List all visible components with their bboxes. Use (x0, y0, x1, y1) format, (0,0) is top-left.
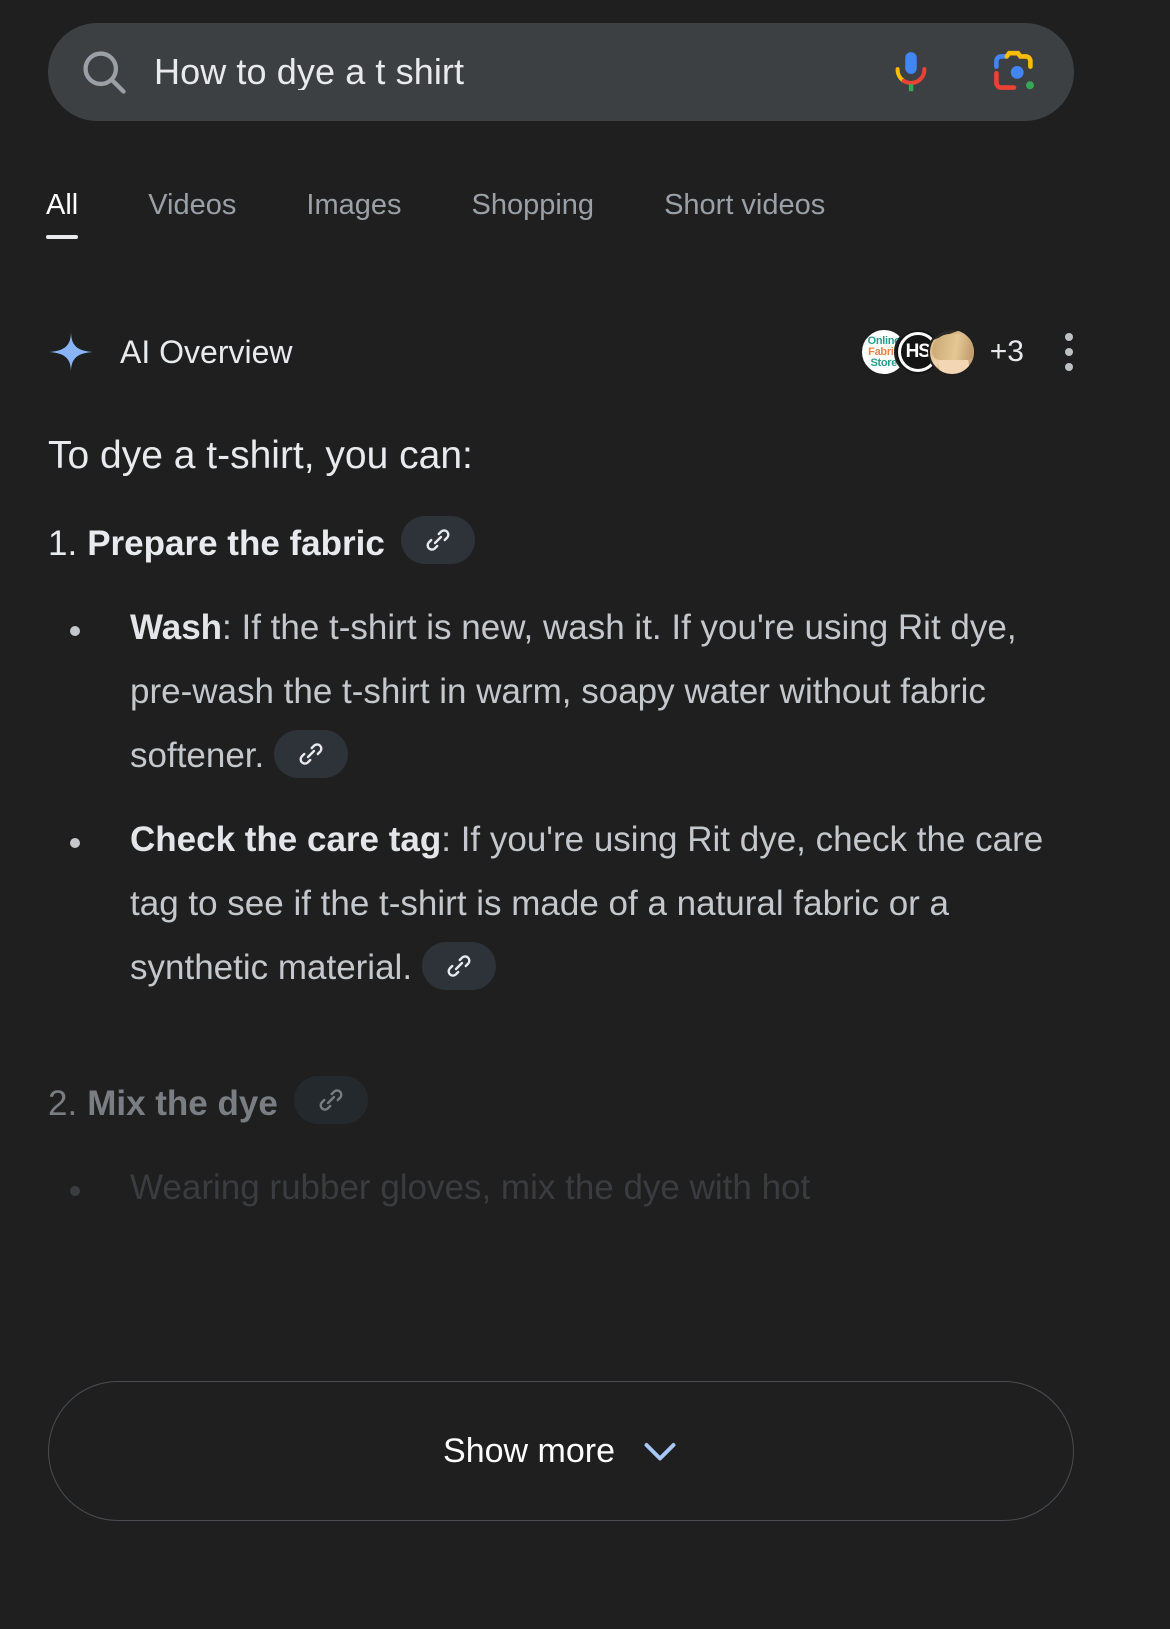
tab-videos[interactable]: Videos (148, 183, 236, 239)
show-more-button[interactable]: Show more (48, 1381, 1074, 1521)
menu-dot (1065, 363, 1073, 371)
search-bar[interactable]: How to dye a t shirt (48, 23, 1074, 121)
tab-shopping[interactable]: Shopping (472, 183, 595, 239)
tab-all[interactable]: All (46, 183, 79, 239)
step-2-title: Mix the dye (87, 1084, 278, 1123)
ai-overview-header: AI Overview Online Fabric Store HS +3 (48, 322, 1074, 382)
bullet-lead: Wash (130, 608, 223, 647)
list-item: Check the care tag: If you're using Rit … (48, 808, 1074, 1000)
content-fade-overlay (0, 1245, 1170, 1380)
microphone-icon[interactable] (888, 49, 934, 95)
bullet-separator: : (441, 820, 461, 859)
ai-overview-title: AI Overview (120, 334, 293, 370)
search-tabs: All Videos Images Shopping Short videos (46, 183, 825, 239)
search-icon (78, 46, 130, 98)
menu-dot (1065, 348, 1073, 356)
link-chip-icon[interactable] (421, 941, 496, 990)
search-input[interactable]: How to dye a t shirt (154, 54, 888, 90)
link-chip-icon[interactable] (400, 516, 475, 564)
step-2-section: 2. Mix the dye Wearing rubber gloves, mi… (48, 1076, 1074, 1220)
step-2-number: 2. (48, 1084, 78, 1123)
source-extra-count: +3 (989, 335, 1024, 368)
show-more-label: Show more (443, 1432, 615, 1470)
step-1-heading: 1. Prepare the fabric (48, 516, 1074, 570)
step-1-title: Prepare the fabric (87, 524, 385, 563)
link-chip-icon[interactable] (274, 729, 348, 778)
step-1-bullets: Wash: If the t-shirt is new, wash it. If… (48, 596, 1074, 1000)
tab-short-videos[interactable]: Short videos (664, 183, 825, 239)
chevron-down-icon (641, 1439, 679, 1463)
step-2-heading: 2. Mix the dye (48, 1076, 1074, 1130)
bullet-text: If the t-shirt is new, wash it. If you'r… (130, 608, 1017, 775)
bullet-lead: Check the care tag (130, 820, 442, 859)
source-avatars[interactable]: Online Fabric Store HS (859, 328, 976, 376)
ai-sparkle-icon (48, 329, 94, 375)
ai-overview-intro: To dye a t-shirt, you can: (48, 434, 473, 477)
google-lens-icon[interactable] (990, 48, 1038, 96)
step-2-truncated-bullet: Wearing rubber gloves, mix the dye with … (48, 1156, 1074, 1220)
step-1-number: 1. (48, 524, 78, 563)
menu-dot (1065, 333, 1073, 341)
ai-overview-body: To dye a t-shirt, you can: 1. Prepare th… (48, 428, 1074, 1220)
tab-images[interactable]: Images (306, 183, 401, 239)
list-item: Wash: If the t-shirt is new, wash it. If… (48, 596, 1074, 788)
ai-overview-sources[interactable]: Online Fabric Store HS +3 (859, 328, 1074, 376)
bullet-separator: : (222, 608, 242, 647)
avatar-person-photo[interactable] (927, 328, 976, 376)
avatar-line-3: Store (870, 356, 898, 369)
link-chip-icon[interactable] (293, 1076, 368, 1124)
three-dot-menu-icon[interactable] (1064, 333, 1074, 371)
search-results-page: How to dye a t shirt All Videos Images S… (0, 0, 1170, 1629)
